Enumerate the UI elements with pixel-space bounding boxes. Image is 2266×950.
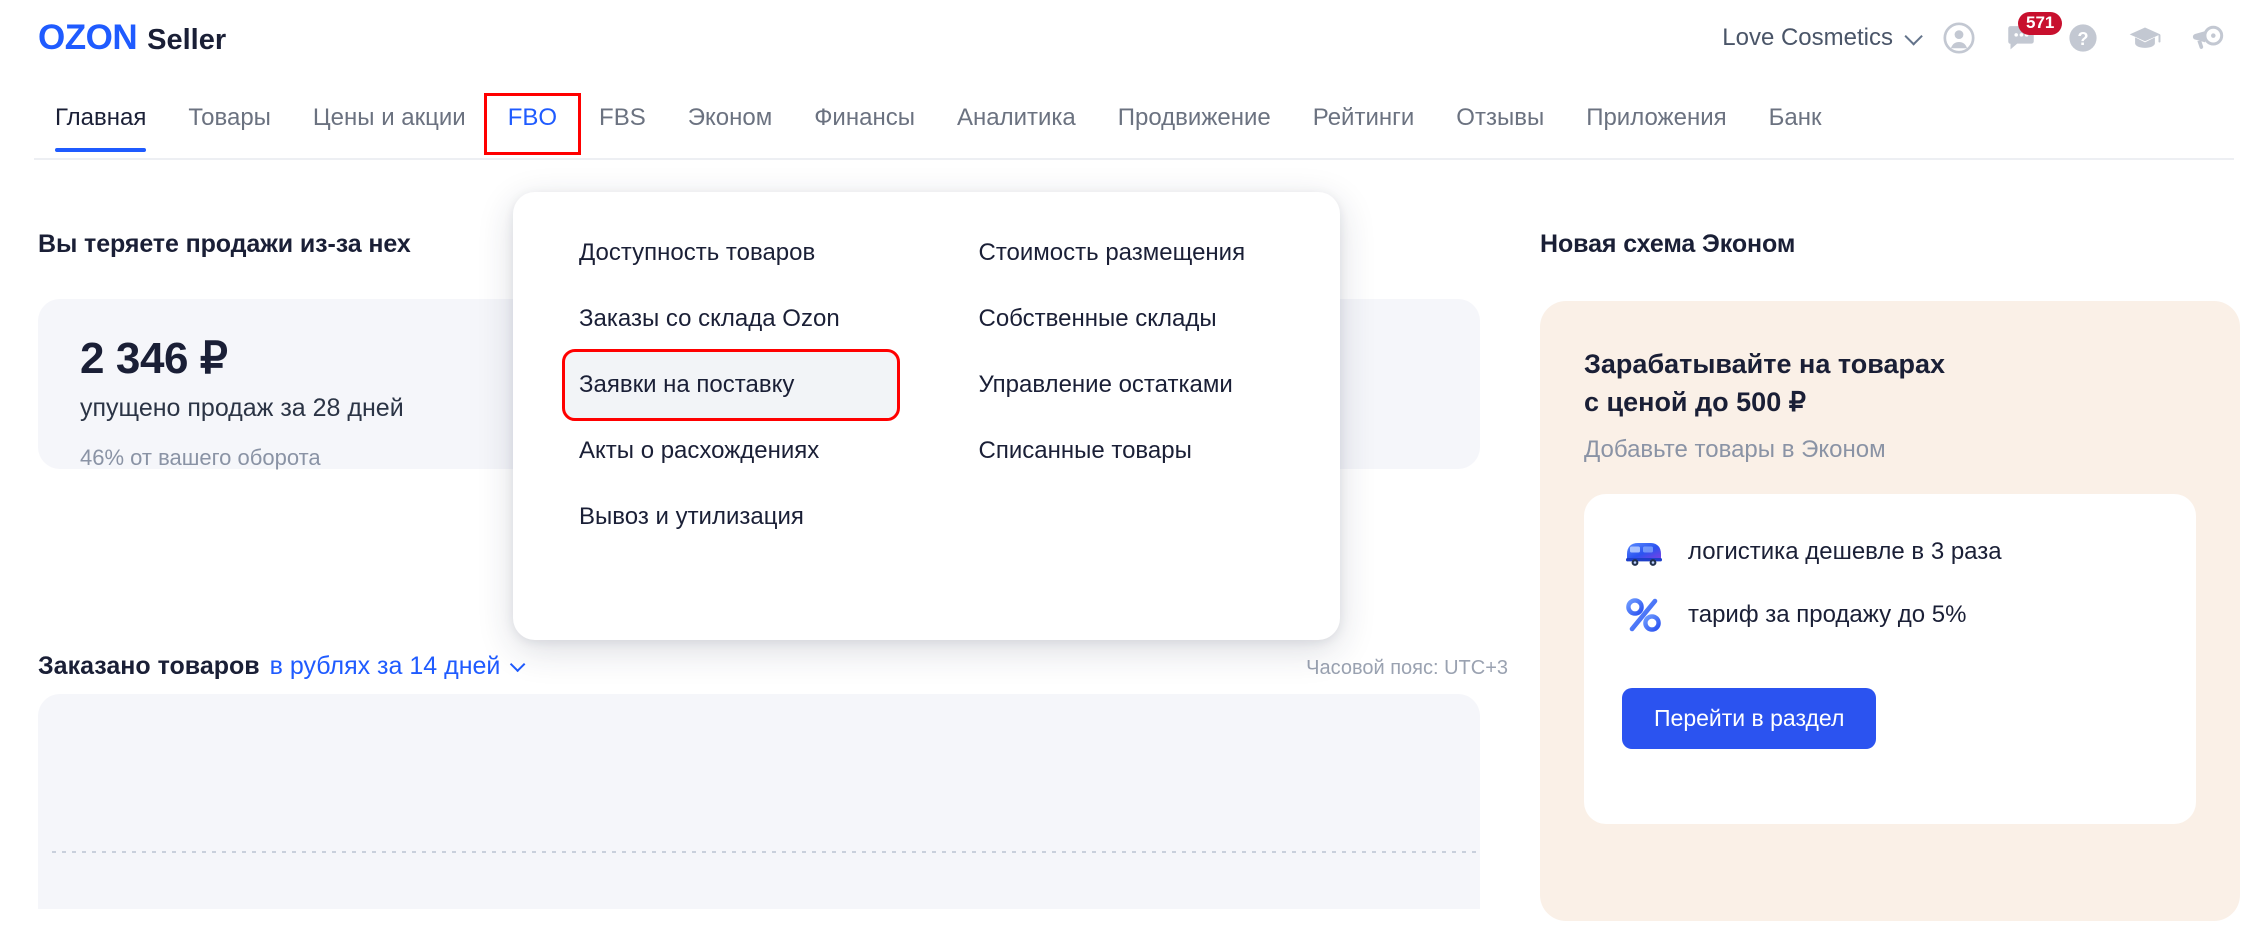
- ordered-products-header: Заказано товаров в рублях за 14 дней Час…: [38, 652, 1508, 681]
- announcements-icon-button[interactable]: [2176, 10, 2238, 66]
- promo-subtitle: Добавьте товары в Эконом: [1584, 435, 1886, 463]
- chevron-down-icon: [1904, 26, 1923, 46]
- logo-seller-text: Seller: [147, 24, 227, 56]
- ekonom-promo-card: Зарабатывайте на товарах с ценой до 500 …: [1540, 301, 2240, 921]
- truck-icon: [1626, 542, 1662, 566]
- menu-item-sobstvennye-sklady[interactable]: Собственные склады: [965, 286, 1311, 352]
- menu-item-upravlenie-ostatkami[interactable]: Управление остатками: [965, 352, 1311, 418]
- nav-tab-list: Главная Товары Цены и акции FBO FBS Экон…: [34, 93, 1843, 155]
- timezone-label: Часовой пояс: UTC+3: [1306, 657, 1508, 679]
- chat-icon-button[interactable]: 571: [1990, 10, 2063, 66]
- header-actions: Love Cosmetics 571 ?: [1722, 10, 2238, 66]
- tab-glavnaya[interactable]: Главная: [34, 96, 167, 152]
- promo-feature-commission: тариф за продажу до 5%: [1622, 596, 2158, 634]
- promo-feature-logistics-label: логистика дешевле в 3 раза: [1688, 537, 2002, 565]
- top-header: OZON Seller Love Cosmetics 571 ?: [0, 0, 2266, 78]
- menu-item-zayavki-na-postavku[interactable]: Заявки на поставку: [562, 349, 900, 421]
- tab-finansy[interactable]: Финансы: [793, 96, 936, 152]
- right-content-column: Новая схема Эконом Зарабатывайте на това…: [1540, 230, 2240, 921]
- megaphone-icon: [2192, 25, 2224, 49]
- svg-text:?: ?: [2077, 28, 2088, 49]
- graduation-cap-icon: [2129, 27, 2161, 48]
- chart-baseline: [52, 851, 1480, 853]
- user-icon: [1943, 22, 1975, 54]
- tab-prodvizhenie[interactable]: Продвижение: [1097, 96, 1292, 152]
- promo-heading: Новая схема Эконом: [1540, 230, 1796, 258]
- chevron-down-icon: [510, 656, 526, 673]
- ordered-filter-label: в рублях за 14 дней: [269, 652, 501, 680]
- go-to-section-button[interactable]: Перейти в раздел: [1622, 687, 1877, 749]
- nav-divider: [34, 158, 2234, 160]
- fbo-dropdown-menu: Доступность товаров Заказы со склада Ozo…: [513, 192, 1340, 640]
- tab-bank[interactable]: Банк: [1748, 96, 1843, 152]
- promo-title-line1: Зарабатывайте на товарах: [1584, 349, 1945, 379]
- dropdown-right-column: Стоимость размещения Собственные склады …: [927, 220, 1341, 550]
- account-name-label: Love Cosmetics: [1722, 24, 1893, 51]
- logo-ozon-text: OZON: [38, 18, 138, 57]
- education-icon-button[interactable]: [2114, 10, 2176, 66]
- question-icon: ?: [2069, 24, 2097, 52]
- tab-reytingi[interactable]: Рейтинги: [1292, 96, 1436, 152]
- menu-item-zakazy-so-sklada-ozon[interactable]: Заказы со склада Ozon: [565, 286, 897, 352]
- menu-item-akty-o-raskhozhdeniyakh[interactable]: Акты о расхождениях: [565, 418, 897, 484]
- promo-title-line2: с ценой до 500 ₽: [1584, 387, 1806, 418]
- user-icon-button[interactable]: [1928, 10, 1990, 66]
- tab-analitika[interactable]: Аналитика: [936, 96, 1097, 152]
- tab-fbs[interactable]: FBS: [578, 96, 667, 152]
- promo-features-card: логистика дешевле в 3 раза тариф за прод…: [1584, 493, 2196, 824]
- menu-item-vyvoz-i-utilizatsiya[interactable]: Вывоз и утилизация: [565, 484, 897, 550]
- menu-item-dostupnost-tovarov[interactable]: Доступность товаров: [565, 220, 897, 286]
- tab-fbo[interactable]: FBO: [483, 93, 582, 155]
- ordered-products-title: Заказано товаров: [38, 652, 260, 680]
- dropdown-columns: Доступность товаров Заказы со склада Ozo…: [513, 220, 1340, 550]
- orders-chart: [38, 694, 1480, 909]
- ozon-seller-logo[interactable]: OZON Seller: [38, 18, 226, 58]
- main-navigation: Главная Товары Цены и акции FBO FBS Экон…: [0, 93, 2266, 160]
- menu-item-stoimost-razmeshcheniya[interactable]: Стоимость размещения: [965, 220, 1311, 286]
- tab-tovary[interactable]: Товары: [167, 96, 292, 152]
- dropdown-left-column: Доступность товаров Заказы со склада Ozo…: [513, 220, 927, 550]
- menu-item-spisannye-tovary[interactable]: Списанные товары: [965, 418, 1311, 484]
- app-root: OZON Seller Love Cosmetics 571 ? Главная…: [0, 0, 2266, 950]
- ordered-products-filter[interactable]: в рублях за 14 дней: [269, 652, 526, 681]
- tab-tseny-i-aktsii[interactable]: Цены и акции: [292, 96, 487, 152]
- tab-prilozheniya[interactable]: Приложения: [1565, 96, 1747, 152]
- tab-ekonom[interactable]: Эконом: [667, 96, 793, 152]
- account-switcher[interactable]: Love Cosmetics: [1722, 24, 1923, 52]
- promo-feature-commission-label: тариф за продажу до 5%: [1688, 600, 1967, 628]
- help-icon-button[interactable]: ?: [2052, 10, 2114, 66]
- percent-icon: [1626, 597, 1661, 632]
- promo-feature-logistics: логистика дешевле в 3 раза: [1622, 534, 2158, 570]
- tab-otzyvy[interactable]: Отзывы: [1435, 96, 1565, 152]
